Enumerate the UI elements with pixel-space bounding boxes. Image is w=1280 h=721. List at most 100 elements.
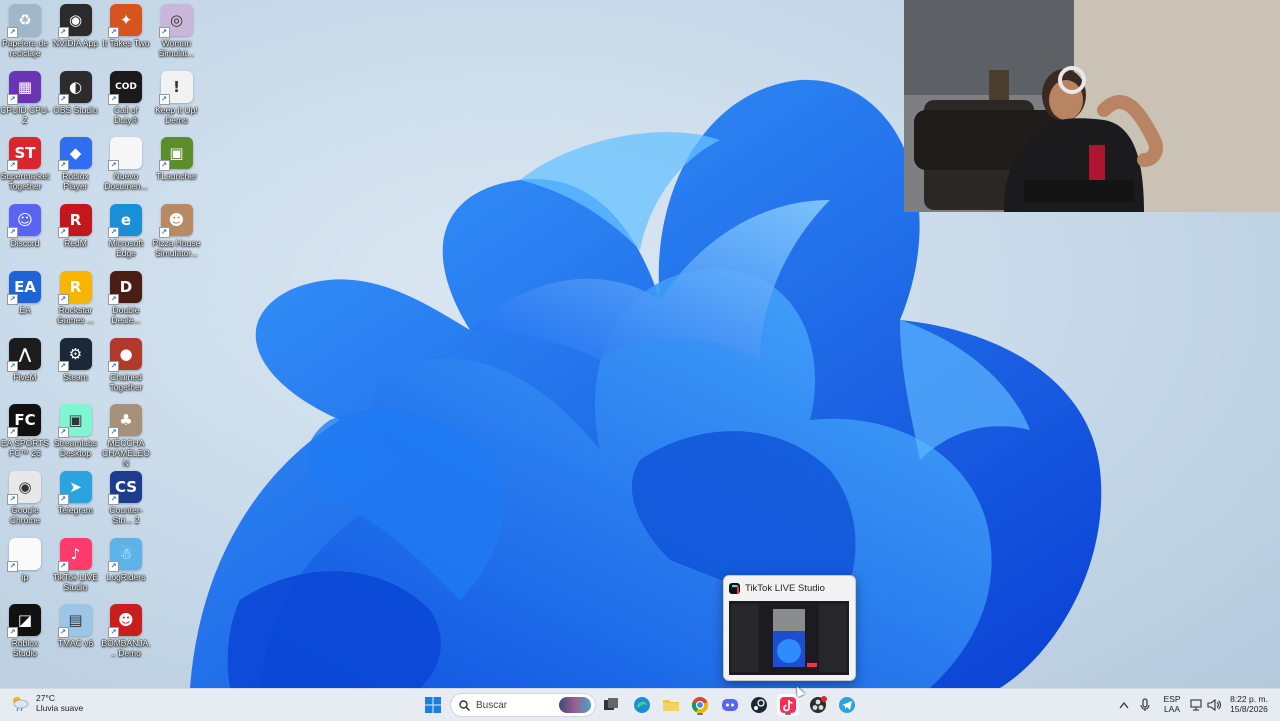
tiktok-icon — [729, 582, 740, 594]
desktop-icon[interactable]: ▤ ↗ TMAC v6 — [51, 600, 101, 648]
microphone-icon — [1140, 698, 1150, 711]
weather-widget[interactable]: 27°C Lluvia suave — [10, 693, 83, 713]
telegram-icon: ➤ ↗ — [57, 470, 92, 505]
desktop-icon-label: Keep It Up! Demo — [155, 104, 198, 125]
start-button[interactable] — [422, 694, 444, 716]
desktop-icon[interactable]: ☻ ↗ BOMBANJA... Demo — [101, 600, 151, 658]
desktop-icon[interactable]: R ↗ Rockstar Games ... — [51, 267, 101, 325]
desktop-icon[interactable]: ☃ ↗ LogRiders — [101, 534, 151, 582]
discord-icon: ☺ ↗ — [7, 204, 41, 239]
desktop-icon[interactable]: ◐ ↗ OBS Studio — [51, 67, 101, 115]
fivem-icon: ⋀ ↗ — [7, 337, 41, 372]
desktop-icon[interactable]: ➤ ↗ Telegram — [51, 467, 101, 515]
desktop-icon[interactable]: ● ↗ Chained Together — [101, 334, 151, 392]
telegram-taskbar-button[interactable] — [836, 694, 858, 716]
clock-time: 8:22 p. m. — [1230, 694, 1268, 704]
desktop-icon[interactable]: D ↗ Double Deale... — [101, 267, 151, 325]
desktop-icon-label: ip — [21, 571, 29, 582]
shortcut-arrow-icon: ↗ — [108, 227, 119, 239]
nvidia-icon: ◉ ↗ — [57, 4, 92, 38]
desktop-icon[interactable]: ST ↗ Supermarket Together — [0, 133, 50, 191]
edge-icon — [634, 697, 650, 713]
shortcut-arrow-icon: ↗ — [108, 627, 119, 639]
desktop-icon[interactable]: ✦ ↗ It Takes Two — [101, 0, 151, 48]
desktop-icon[interactable]: ◪ ↗ Roblox Studio — [0, 600, 50, 658]
volume-button[interactable] — [1205, 694, 1223, 716]
discord-taskbar-button[interactable] — [719, 694, 741, 716]
desktop-icon[interactable]: ▣ ↗ TLauncher — [152, 133, 202, 181]
edge-taskbar-button[interactable] — [631, 694, 653, 716]
desktop-icon[interactable]: ⋀ ↗ FiveM — [0, 334, 50, 382]
desktop-icon[interactable]: FC ↗ EA SPORTS FC™ 26 — [0, 400, 50, 458]
keyboard-layout: LAA — [1163, 704, 1181, 714]
desktop-icon[interactable]: R ↗ RedM — [51, 200, 101, 248]
steam-taskbar-button[interactable] — [748, 694, 770, 716]
network-button[interactable] — [1188, 694, 1206, 716]
desktop-icon[interactable]: ◉ ↗ Google Chrome — [0, 467, 50, 525]
desktop-icon[interactable]: ▣ ↗ Streamlabs Desktop — [51, 400, 101, 458]
shortcut-arrow-icon: ↗ — [57, 360, 69, 372]
shortcut-arrow-icon: ↗ — [7, 27, 18, 38]
tiktok-taskbar-button[interactable] — [777, 694, 799, 716]
desktop-icon-label: TLauncher — [156, 171, 197, 182]
desktop-icon[interactable]: ◉ ↗ NVIDIA App — [51, 0, 101, 48]
desktop-icon[interactable]: ☻ ↗ Pizza House Simulator... — [152, 200, 202, 258]
obs-taskbar-button[interactable] — [807, 694, 829, 716]
desktop-icon[interactable]: ♣ ↗ MECCHA CHAMELEON — [101, 400, 151, 468]
shortcut-arrow-icon: ↗ — [7, 427, 18, 439]
thumbnail-title: TikTok LIVE Studio — [745, 582, 825, 594]
show-hidden-icons-button[interactable] — [1115, 694, 1133, 716]
desktop-icon[interactable]: ◎ ↗ Woman Simulat... — [152, 0, 202, 58]
desktop-icon[interactable]: ↗ ip — [0, 534, 50, 582]
logriders-icon: ☃ ↗ — [108, 537, 142, 572]
task-view-button[interactable] — [600, 694, 622, 716]
desktop-icon-label: Streamlabs Desktop — [54, 438, 97, 459]
shortcut-arrow-icon: ↗ — [7, 93, 18, 105]
desktop-icon[interactable]: ↗ Nuevo Documen... — [101, 133, 151, 191]
desktop-icon-label: OBS Studio — [53, 104, 98, 115]
shortcut-arrow-icon: ↗ — [108, 427, 119, 439]
desktop-icon[interactable]: ♻ ↗ Papelera de reciclaje — [0, 0, 50, 58]
chrome-taskbar-button[interactable] — [689, 694, 711, 716]
file-explorer-taskbar-button[interactable] — [660, 694, 682, 716]
desktop-icon[interactable]: e ↗ Microsoft Edge — [101, 200, 151, 258]
speaker-icon — [1207, 699, 1221, 711]
desktop-icon-label: EA — [19, 304, 31, 315]
tlauncher-icon: ▣ ↗ — [158, 137, 193, 172]
shortcut-arrow-icon: ↗ — [57, 427, 69, 439]
desktop-icon[interactable]: ▦ ↗ CPUID CPU-Z — [0, 67, 50, 125]
shortcut-arrow-icon: ↗ — [57, 293, 69, 305]
chevron-up-icon — [1119, 701, 1129, 709]
desktop-icon-label: Chained Together — [109, 371, 143, 392]
desktop-icon[interactable]: ! ↗ Keep It Up! Demo — [152, 67, 202, 125]
clock[interactable]: 8:22 p. m. 15/8/2026 — [1226, 694, 1272, 714]
webcam-video-frame — [904, 0, 1280, 212]
redm-icon: R ↗ — [57, 204, 92, 239]
chrome-icon: ◉ ↗ — [7, 470, 41, 505]
desktop-icon[interactable]: ◆ ↗ Roblox Player — [51, 133, 101, 191]
desktop-icon[interactable]: ⚙ ↗ Steam — [51, 334, 101, 382]
shortcut-arrow-icon: ↗ — [57, 227, 69, 239]
desktop-icon-label: Discord — [10, 238, 40, 249]
shortcut-arrow-icon: ↗ — [57, 560, 69, 572]
microphone-button[interactable] — [1136, 694, 1154, 716]
language-code: ESP — [1163, 694, 1181, 704]
thumbnail-window-preview[interactable] — [729, 601, 849, 675]
desktop-icon-label: Steam — [63, 371, 88, 382]
desktop-icon[interactable]: COD ↗ Call of Duty® — [101, 67, 151, 125]
shortcut-arrow-icon: ↗ — [57, 27, 69, 38]
taskbar-thumbnail-preview[interactable]: TikTok LIVE Studio — [723, 575, 856, 681]
edge-icon: e ↗ — [108, 204, 142, 239]
desktop-icon[interactable]: EA ↗ EA — [0, 267, 50, 315]
recycle-bin-icon: ♻ ↗ — [7, 4, 41, 38]
desktop-icon-label: Roblox Studio — [11, 638, 39, 659]
desktop-icon[interactable]: ♪ ↗ TikTok LIVE Studio — [51, 534, 101, 592]
task-view-icon — [604, 698, 618, 710]
desktop-icon-grid: ♻ ↗ Papelera de reciclaje ◉ ↗ NVIDIA App ✦ ↗ It … — [0, 0, 210, 680]
taskbar-search-box[interactable]: Buscar — [450, 693, 596, 717]
desktop-icon[interactable]: CS ↗ Counter-Stri... 2 — [101, 467, 151, 525]
shortcut-arrow-icon: ↗ — [7, 493, 18, 505]
language-indicator[interactable]: ESP LAA — [1160, 694, 1184, 714]
desktop-icon[interactable]: ☺ ↗ Discord — [0, 200, 50, 248]
shortcut-arrow-icon: ↗ — [7, 227, 18, 239]
